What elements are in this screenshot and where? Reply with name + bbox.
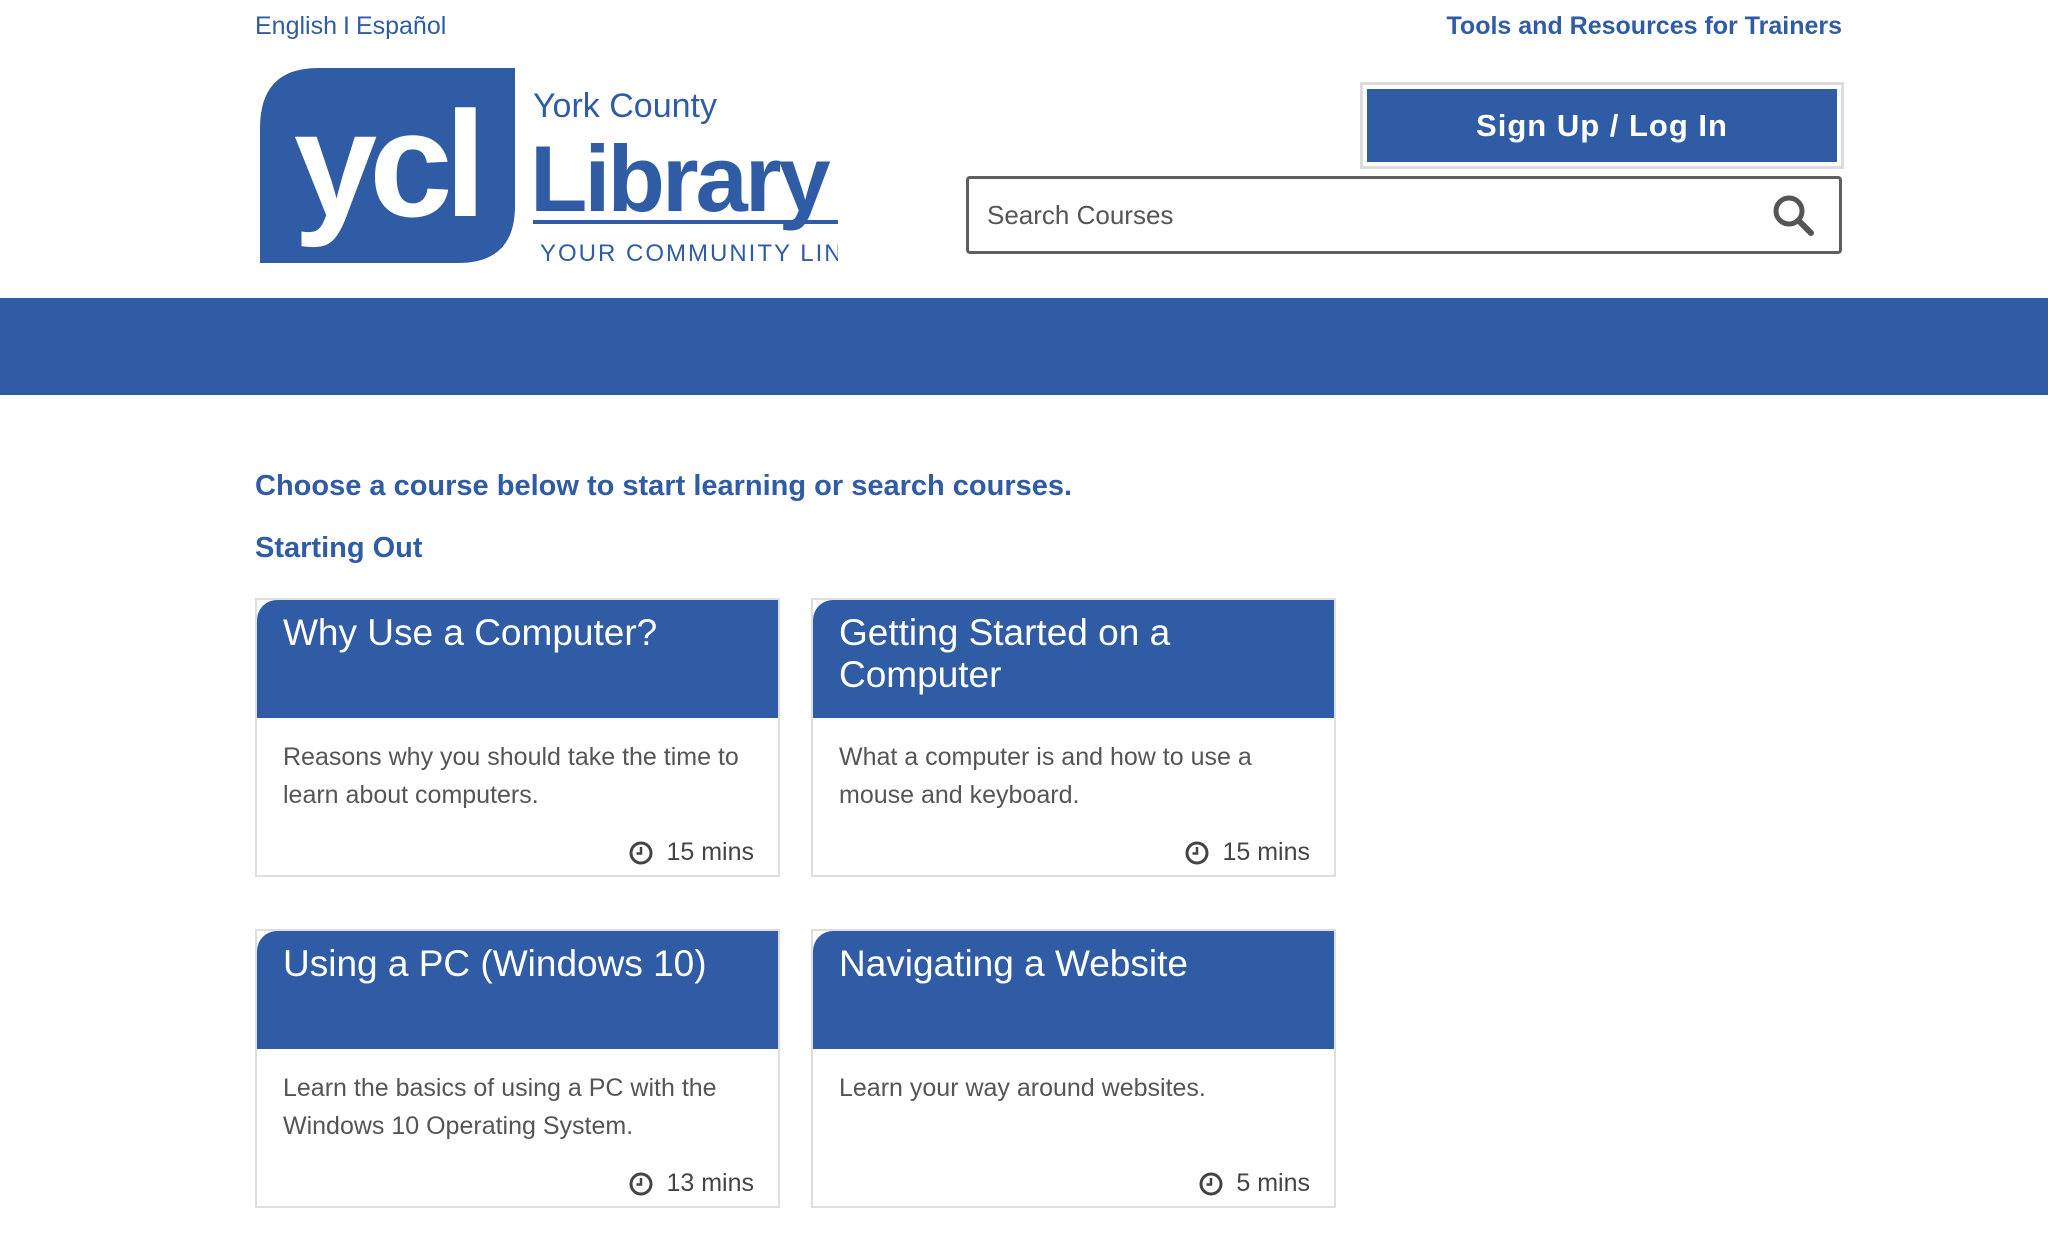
course-duration: 13 mins — [628, 1169, 754, 1198]
course-description: Learn your way around websites. — [839, 1074, 1206, 1102]
intro-text: Choose a course below to start learning … — [255, 470, 1073, 502]
course-duration-text: 15 mins — [1222, 838, 1310, 866]
course-description: What a computer is and how to use a mous… — [839, 743, 1252, 809]
signup-login-button[interactable]: Sign Up / Log In — [1363, 85, 1841, 166]
course-duration-text: 15 mins — [666, 838, 754, 866]
search-icon[interactable] — [1765, 187, 1821, 243]
course-title[interactable]: Using a PC (Windows 10) — [257, 931, 778, 1049]
course-description: Learn the basics of using a PC with the … — [283, 1074, 717, 1140]
clock-icon — [1198, 1171, 1224, 1197]
course-card[interactable]: Navigating a Website Learn your way arou… — [811, 929, 1336, 1208]
course-duration-text: 5 mins — [1236, 1169, 1310, 1197]
course-card[interactable]: Using a PC (Windows 10) Learn the basics… — [255, 929, 780, 1208]
course-title[interactable]: Navigating a Website — [813, 931, 1334, 1049]
clock-icon — [628, 840, 654, 866]
language-switcher: English I Español — [255, 12, 446, 41]
clock-icon — [628, 1171, 654, 1197]
course-card[interactable]: Getting Started on a Computer What a com… — [811, 598, 1336, 877]
nav-band — [0, 298, 2048, 395]
course-duration-text: 13 mins — [666, 1169, 754, 1197]
course-description: Reasons why you should take the time to … — [283, 743, 739, 809]
course-title[interactable]: Why Use a Computer? — [257, 600, 778, 718]
course-card[interactable]: Why Use a Computer? Reasons why you shou… — [255, 598, 780, 877]
ycl-logo[interactable]: ycl York County Library YOUR COMMUNITY L… — [258, 68, 838, 268]
logo-tagline: YOUR COMMUNITY LINK — [540, 240, 838, 267]
course-duration: 15 mins — [628, 838, 754, 867]
logo-line2: Library — [530, 126, 830, 231]
trainers-resources-link[interactable]: Tools and Resources for Trainers — [1447, 12, 1842, 41]
course-title[interactable]: Getting Started on a Computer — [813, 600, 1334, 718]
lang-spanish-link[interactable]: Español — [356, 12, 446, 40]
course-duration: 5 mins — [1198, 1169, 1310, 1198]
logo-line1: York County — [533, 87, 717, 125]
lang-english-link[interactable]: English — [255, 12, 337, 40]
search-input[interactable] — [969, 179, 1765, 251]
course-duration: 15 mins — [1184, 838, 1310, 867]
search-bar — [966, 176, 1842, 254]
clock-icon — [1184, 840, 1210, 866]
lang-separator: I — [343, 12, 350, 40]
logo-mark: ycl — [294, 80, 479, 248]
section-title: Starting Out — [255, 532, 423, 564]
